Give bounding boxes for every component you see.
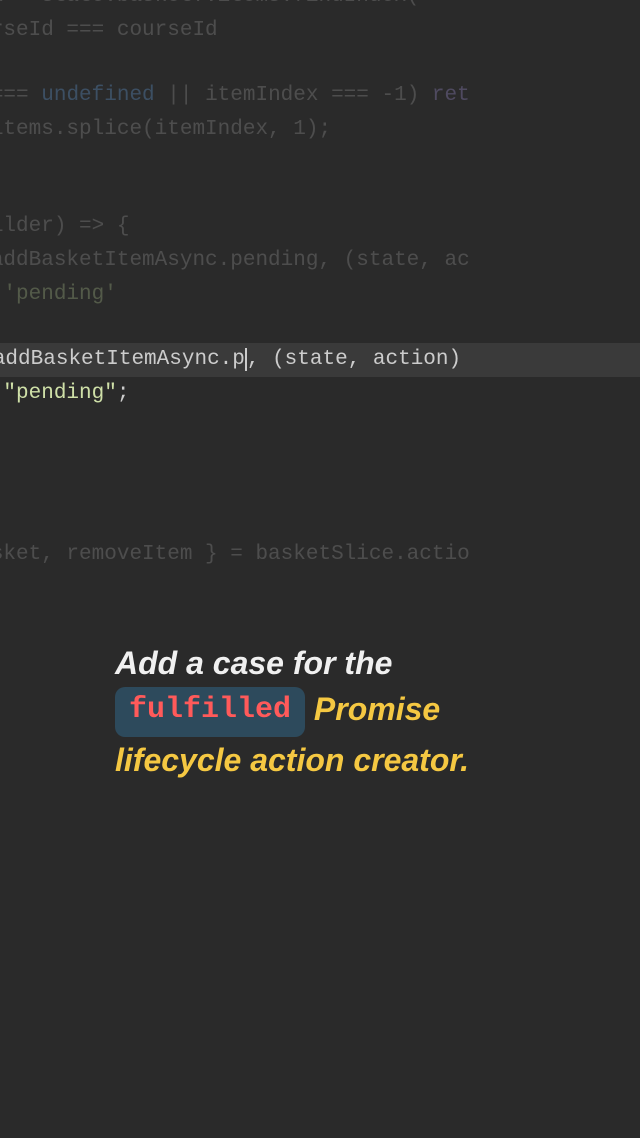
code-editor-background: itemIndex = state.basket?.items.findInde… (0, 0, 640, 572)
code-line: itemIndex = state.basket?.items.findInde… (0, 0, 640, 14)
code-line: { setBasket, removeItem } = basketSlice.… (0, 538, 640, 572)
code-line: emIndex === undefined || itemIndex === -… (0, 79, 640, 113)
code-line: ers: (builder) => { (0, 210, 640, 244)
code-line: addCase(addBasketItemAsync.pending, (sta… (0, 244, 640, 278)
code-line: basket?.items.splice(itemIndex, 1); (0, 113, 640, 147)
code-line: status = "pending"; (0, 377, 640, 411)
instruction-overlay: Add a case for the fulfilled Promise lif… (115, 640, 585, 783)
code-line-active: addCase(addBasketItemAsync.p, (state, ac… (0, 343, 640, 377)
instruction-text-part2: Promise (305, 691, 440, 727)
instruction-text-part1: Add a case for the (115, 645, 392, 681)
instruction-text-part3: lifecycle action creator. (115, 742, 469, 778)
code-keyword-pill: fulfilled (115, 687, 305, 737)
code-line: => i.courseId === courseId (0, 14, 640, 48)
code-line: status = 'pending' (0, 278, 640, 312)
